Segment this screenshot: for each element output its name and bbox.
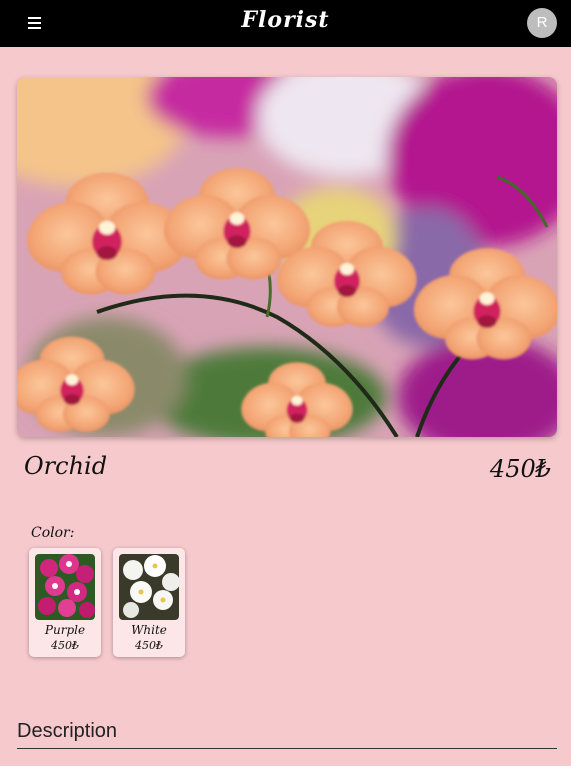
brand-logo: Florist <box>241 7 330 33</box>
description-heading: Description <box>17 720 118 742</box>
orchid-photo <box>17 77 557 437</box>
option-price: 450₺ <box>51 639 79 652</box>
user-avatar[interactable]: R <box>527 8 557 38</box>
product-image-carousel[interactable] <box>17 77 557 437</box>
product-price: 450₺ <box>489 455 551 483</box>
product-name: Orchid <box>24 452 108 480</box>
color-option-purple[interactable]: Purple 450₺ <box>29 548 101 657</box>
white-orchid-thumbnail <box>119 554 179 620</box>
option-name: White <box>131 623 167 637</box>
option-price: 450₺ <box>135 639 163 652</box>
color-option-label: Color: <box>31 525 75 541</box>
color-option-white[interactable]: White 450₺ <box>113 548 185 657</box>
description-divider <box>17 748 557 749</box>
purple-orchid-thumbnail <box>35 554 95 620</box>
top-app-bar: Florist R <box>0 0 571 47</box>
option-name: Purple <box>44 623 86 637</box>
